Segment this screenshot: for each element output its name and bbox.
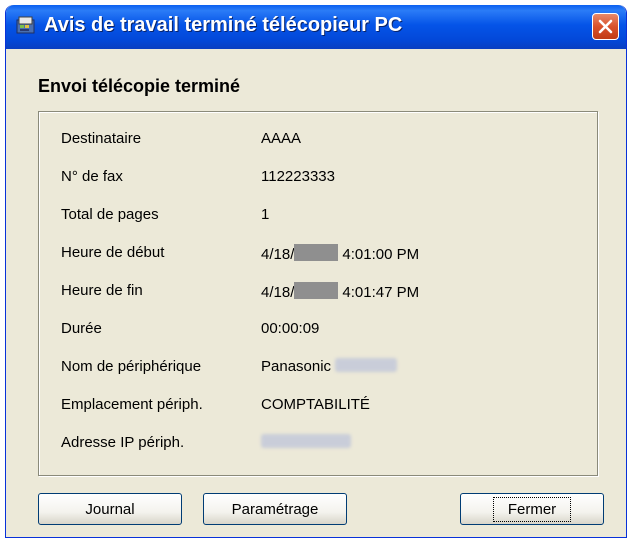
details-panel: Destinataire AAAA N° de fax 112223333 To… — [38, 111, 598, 476]
detail-value: 4/18/4:01:00 PM — [261, 244, 419, 263]
title-bar[interactable]: Avis de travail terminé télécopieur PC — [6, 5, 626, 49]
date-prefix: 4/18/ — [261, 284, 295, 301]
close-window-button[interactable] — [592, 13, 619, 40]
close-button-label: Fermer — [492, 496, 572, 522]
detail-value: Panasonic — [261, 358, 398, 375]
detail-label: N° de fax — [61, 168, 123, 185]
detail-label: Durée — [61, 320, 102, 337]
detail-row-recipient: Destinataire AAAA — [39, 130, 597, 152]
journal-button[interactable]: Journal — [38, 493, 182, 525]
detail-value: 4/18/4:01:47 PM — [261, 282, 419, 301]
redacted-year — [294, 282, 339, 299]
dialog-heading: Envoi télécopie terminé — [38, 76, 241, 96]
detail-row-fax-number: N° de fax 112223333 — [39, 168, 597, 190]
fax-app-icon — [15, 16, 37, 36]
time-value: 4:01:47 PM — [342, 284, 420, 301]
window-title: Avis de travail terminé télécopieur PC — [44, 14, 403, 36]
detail-label: Nom de périphérique — [61, 358, 202, 375]
detail-label: Heure de début — [61, 244, 165, 261]
detail-value: 1 — [261, 206, 270, 223]
device-brand: Panasonic — [261, 358, 332, 375]
settings-button[interactable]: Paramétrage — [203, 493, 347, 525]
detail-row-end-time: Heure de fin 4/18/4:01:47 PM — [39, 282, 597, 304]
detail-row-total-pages: Total de pages 1 — [39, 206, 597, 228]
detail-label: Destinataire — [61, 130, 142, 147]
detail-label: Adresse IP périph. — [61, 434, 185, 451]
blurred-model — [335, 358, 398, 372]
blurred-ip-address — [261, 434, 351, 448]
close-icon — [598, 19, 613, 34]
detail-value: AAAA — [261, 130, 302, 147]
time-value: 4:01:00 PM — [342, 246, 420, 263]
detail-value: 00:00:09 — [261, 320, 320, 337]
detail-value: COMPTABILITÉ — [261, 396, 370, 413]
dialog-window: Avis de travail terminé télécopieur PC E… — [5, 5, 627, 538]
detail-label: Emplacement périph. — [61, 396, 203, 413]
detail-value: 112223333 — [261, 168, 335, 185]
detail-row-duration: Durée 00:00:09 — [39, 320, 597, 342]
detail-row-device-ip: Adresse IP périph. — [39, 434, 597, 456]
detail-row-device-location: Emplacement périph. COMPTABILITÉ — [39, 396, 597, 418]
detail-label: Total de pages — [61, 206, 159, 223]
detail-value — [261, 434, 351, 451]
detail-row-device-name: Nom de périphérique Panasonic — [39, 358, 597, 380]
detail-label: Heure de fin — [61, 282, 143, 299]
detail-row-start-time: Heure de début 4/18/4:01:00 PM — [39, 244, 597, 266]
redacted-year — [294, 244, 339, 261]
date-prefix: 4/18/ — [261, 246, 295, 263]
close-button[interactable]: Fermer — [460, 493, 604, 525]
